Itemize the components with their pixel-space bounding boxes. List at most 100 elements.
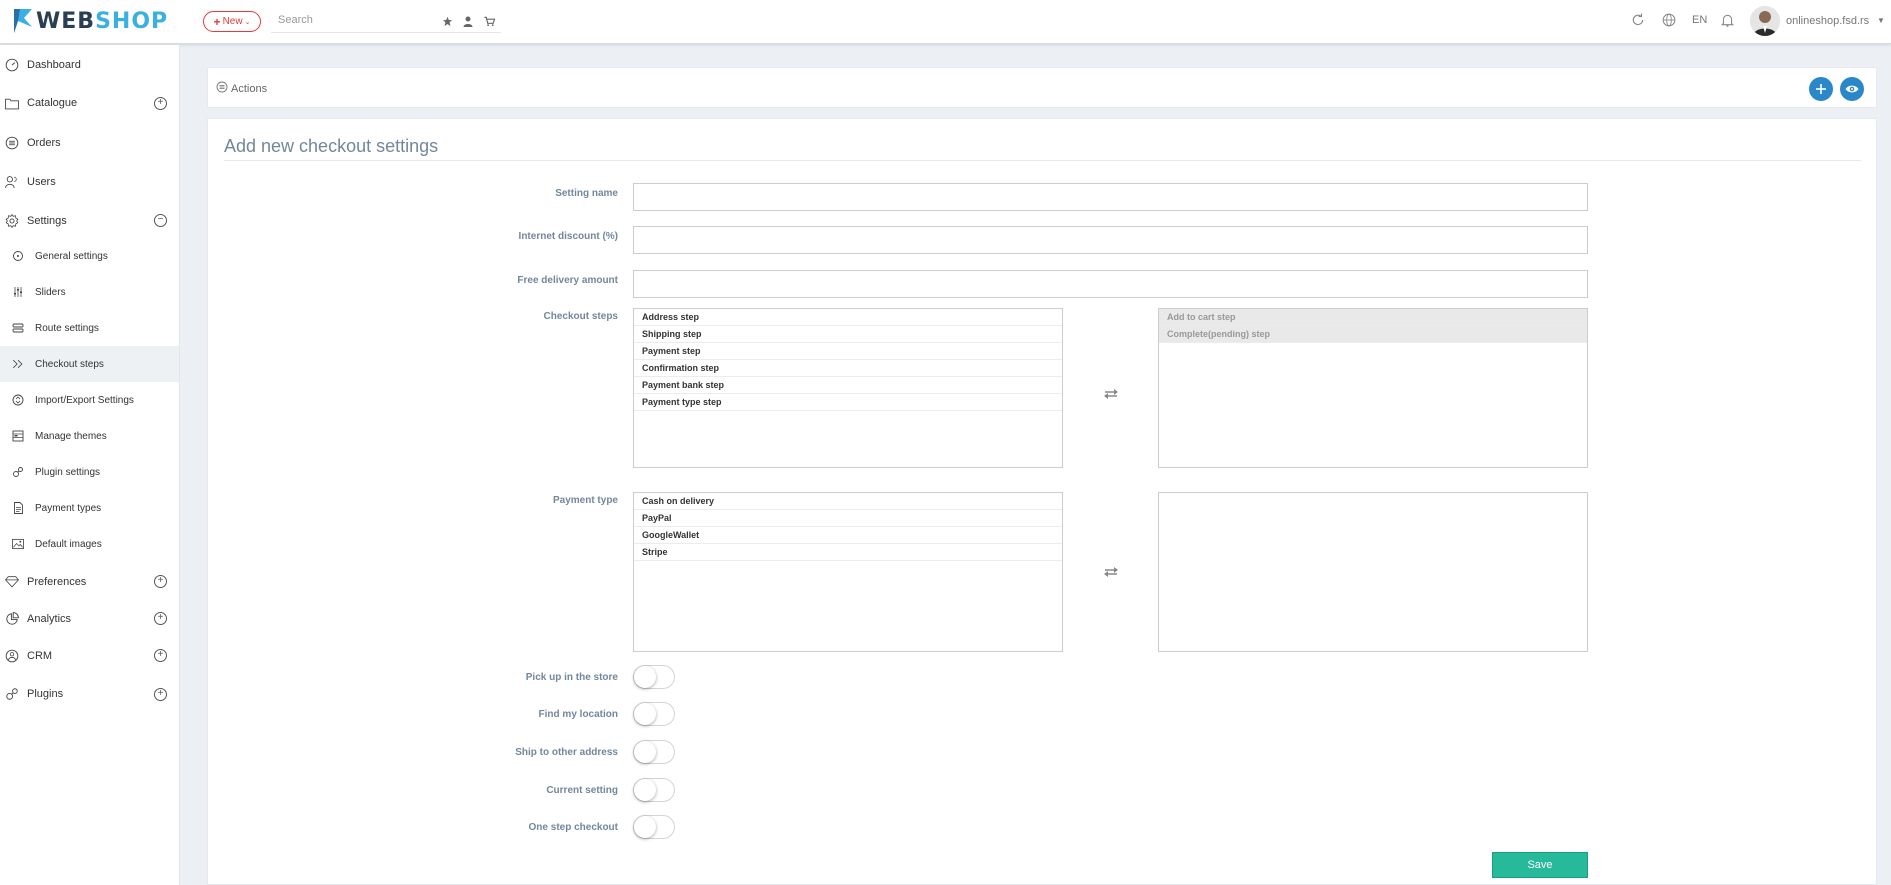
checkout-settings-panel: Add new checkout settings Setting name I… <box>207 118 1877 885</box>
sidebar-item-sliders[interactable]: Sliders <box>0 274 179 310</box>
ship-other-address-toggle[interactable] <box>633 740 675 764</box>
list-item: Add to cart step <box>1159 309 1587 326</box>
list-item[interactable]: Payment step <box>634 343 1062 360</box>
sidebar-item-label: General settings <box>35 250 108 262</box>
ship-other-address-label: Ship to other address <box>515 747 618 758</box>
sidebar-item-label: Manage themes <box>35 430 107 442</box>
cart-icon[interactable] <box>482 14 496 28</box>
globe-icon[interactable] <box>1662 13 1676 27</box>
list-item[interactable]: Payment bank step <box>634 377 1062 394</box>
language-selector[interactable]: EN <box>1692 14 1707 26</box>
users-icon <box>5 175 19 189</box>
expand-icon[interactable]: + <box>154 612 167 625</box>
list-item[interactable]: Shipping step <box>634 326 1062 343</box>
page-title: Add new checkout settings <box>224 136 439 156</box>
payment-types-selected-list[interactable] <box>1158 492 1588 652</box>
sidebar-item-crm[interactable]: CRM + <box>0 637 179 674</box>
user-icon[interactable] <box>461 14 475 28</box>
sidebar-item-catalogue[interactable]: Catalogue + <box>0 83 179 123</box>
dashboard-icon <box>5 58 19 72</box>
toggle-knob <box>634 741 656 763</box>
themes-icon <box>12 430 24 442</box>
sidebar-item-users[interactable]: Users <box>0 162 179 201</box>
sidebar-item-label: Route settings <box>35 322 99 334</box>
payment-type-label: Payment type <box>552 495 618 506</box>
free-delivery-input[interactable] <box>633 270 1588 298</box>
sidebar-item-analytics[interactable]: Analytics + <box>0 600 179 637</box>
logo-flag-icon <box>12 7 34 35</box>
sidebar-item-orders[interactable]: Orders <box>0 123 179 162</box>
search-bar <box>271 11 501 33</box>
swap-arrows-icon[interactable] <box>1102 565 1120 579</box>
sidebar-item-settings[interactable]: Settings − <box>0 201 179 240</box>
one-step-checkout-toggle[interactable] <box>633 815 675 839</box>
sidebar-item-label: Plugins <box>27 688 64 700</box>
preview-button[interactable] <box>1840 77 1864 101</box>
pickup-store-toggle[interactable] <box>633 665 675 689</box>
sidebar-item-label: Preferences <box>27 575 87 588</box>
payment-types-available-list[interactable]: Cash on delivery PayPal GoogleWallet Str… <box>633 492 1063 652</box>
sidebar-item-preferences[interactable]: Preferences + <box>0 563 179 600</box>
checkout-steps-selected-list[interactable]: Add to cart step Complete(pending) step <box>1158 308 1588 468</box>
sidebar-item-plugins[interactable]: Plugins + <box>0 674 179 714</box>
sidebar-item-payment-types[interactable]: Payment types <box>0 490 179 526</box>
sidebar-item-default-images[interactable]: Default images <box>0 526 179 562</box>
find-location-label: Find my location <box>538 709 618 720</box>
toggle-knob <box>634 666 656 688</box>
expand-icon[interactable]: + <box>154 96 167 110</box>
avatar[interactable] <box>1750 6 1780 36</box>
user-menu-caret-icon[interactable]: ▼ <box>1877 16 1885 25</box>
list-item[interactable]: Cash on delivery <box>634 493 1062 510</box>
collapse-icon[interactable]: − <box>154 214 167 227</box>
list-item[interactable]: GoogleWallet <box>634 527 1062 544</box>
user-name[interactable]: onlineshop.fsd.rs <box>1786 15 1869 27</box>
webshop-logo[interactable]: WEBSHOP <box>12 7 168 35</box>
import-export-icon <box>12 394 24 406</box>
toggle-knob <box>634 816 656 838</box>
find-location-toggle[interactable] <box>633 702 675 726</box>
sidebar-item-label: Import/Export Settings <box>35 394 134 406</box>
expand-icon[interactable]: + <box>154 649 167 662</box>
sidebar-item-dashboard[interactable]: Dashboard <box>0 46 179 83</box>
swap-arrows-icon[interactable] <box>1102 387 1120 401</box>
sidebar-item-general-settings[interactable]: General settings <box>0 238 179 274</box>
list-item[interactable]: Stripe <box>634 544 1062 561</box>
plugins-icon <box>5 687 19 701</box>
folder-icon <box>5 96 19 110</box>
diamond-icon <box>5 575 19 589</box>
crm-icon <box>5 649 19 663</box>
list-item[interactable]: PayPal <box>634 510 1062 527</box>
new-button[interactable]: + New ⌄ <box>203 11 261 32</box>
list-item[interactable]: Address step <box>634 309 1062 326</box>
current-setting-toggle[interactable] <box>633 778 675 802</box>
search-input[interactable] <box>278 14 428 26</box>
checkout-steps-available-list[interactable]: Address step Shipping step Payment step … <box>633 308 1063 468</box>
actions-menu[interactable]: Actions <box>216 81 267 96</box>
list-item[interactable]: Payment type step <box>634 394 1062 411</box>
sidebar-item-import-export[interactable]: Import/Export Settings <box>0 382 179 418</box>
star-icon[interactable] <box>440 14 454 28</box>
gear-icon <box>5 213 19 228</box>
sidebar-item-label: Dashboard <box>27 58 81 71</box>
list-item[interactable]: Confirmation step <box>634 360 1062 377</box>
add-button[interactable] <box>1809 77 1833 101</box>
setting-name-input[interactable] <box>633 183 1588 211</box>
sidebar-item-route-settings[interactable]: Route settings <box>0 310 179 346</box>
chevron-down-icon: ⌄ <box>244 18 251 26</box>
save-button[interactable]: Save <box>1492 852 1588 878</box>
sidebar-item-checkout-steps[interactable]: Checkout steps <box>0 346 179 382</box>
expand-icon[interactable]: + <box>154 687 167 701</box>
eye-icon <box>1845 85 1859 93</box>
orders-icon <box>5 136 19 150</box>
expand-icon[interactable]: + <box>154 575 167 588</box>
plus-icon <box>1816 84 1826 94</box>
refresh-icon[interactable] <box>1631 13 1645 27</box>
bell-icon[interactable] <box>1720 13 1734 27</box>
sidebar-item-manage-themes[interactable]: Manage themes <box>0 418 179 454</box>
sidebar-item-label: Users <box>27 175 56 188</box>
sidebar-item-label: Plugin settings <box>35 466 101 478</box>
internet-discount-input[interactable] <box>633 226 1588 254</box>
sidebar-item-plugin-settings[interactable]: Plugin settings <box>0 454 179 490</box>
plus-icon: + <box>213 14 221 29</box>
pie-chart-icon <box>5 611 19 626</box>
